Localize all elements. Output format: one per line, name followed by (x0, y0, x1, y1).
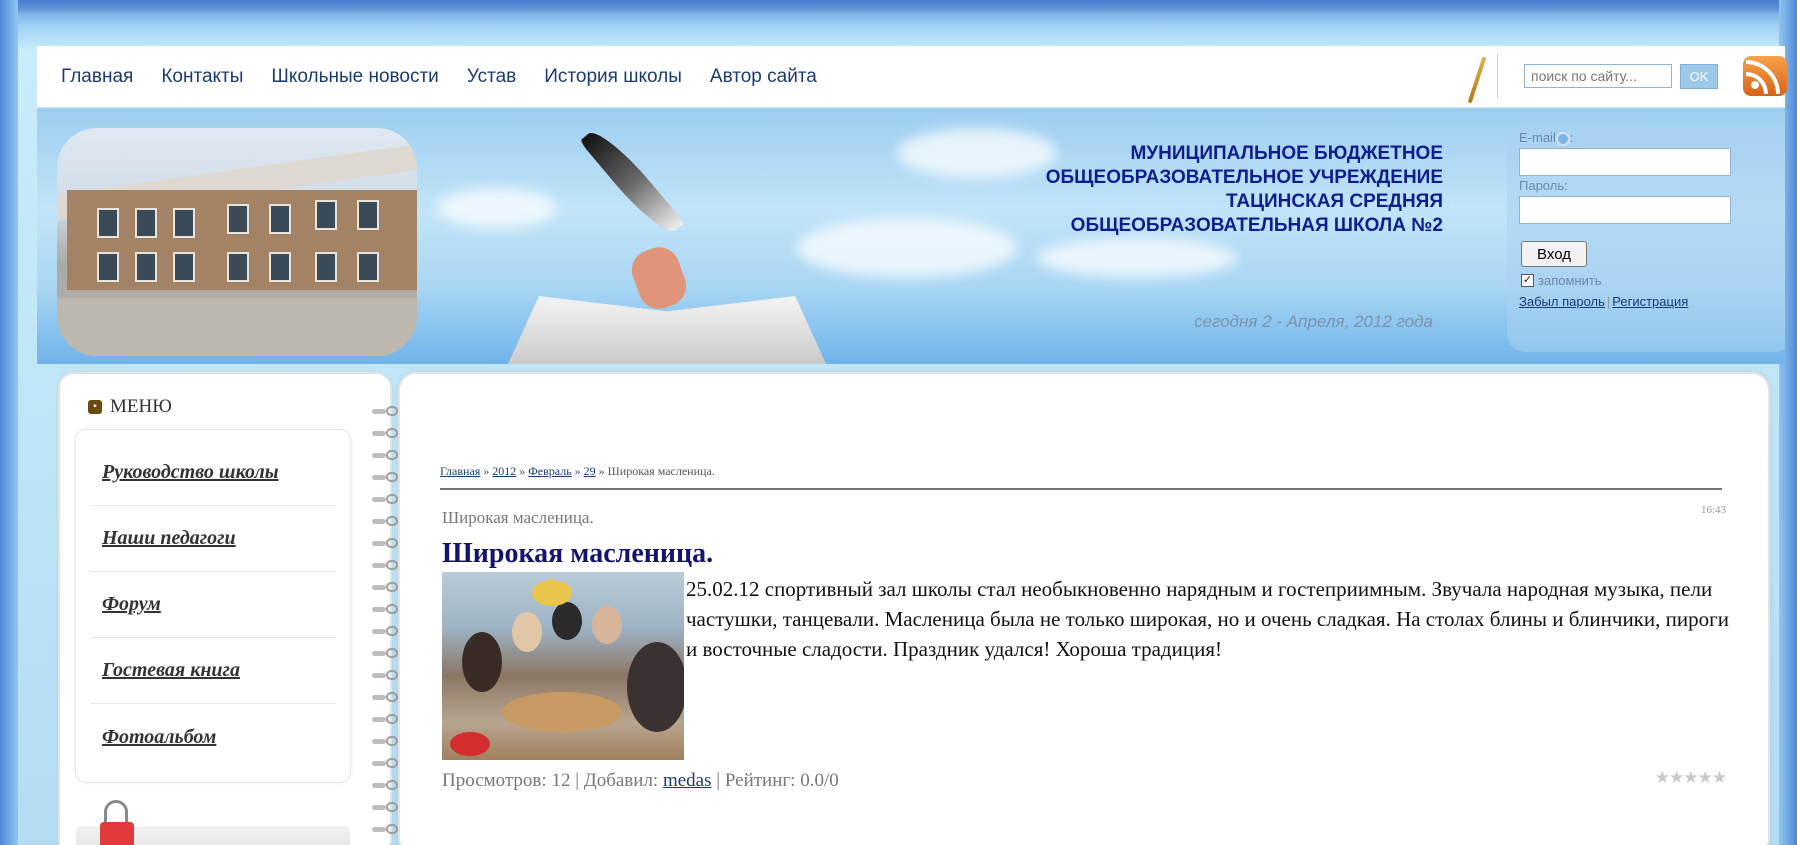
cloud-decoration (1037, 238, 1237, 278)
password-field[interactable] (1519, 196, 1731, 224)
quill-feather-illustration (579, 123, 685, 241)
breadcrumb-divider (440, 488, 1722, 490)
menu-title: МЕНЮ (110, 396, 172, 417)
page-left-edge (0, 0, 18, 845)
breadcrumb-current: Широкая масленица. (607, 464, 715, 478)
search-button[interactable]: OK (1680, 64, 1718, 89)
breadcrumb-year[interactable]: 2012 (492, 464, 516, 478)
menu-link-forum[interactable]: Форум (90, 593, 161, 616)
remember-me[interactable]: ✓ запомнить (1521, 273, 1602, 288)
menu-badge-icon: ▪ (88, 400, 102, 414)
rss-icon[interactable] (1743, 56, 1787, 96)
nav-link-charter[interactable]: Устав (467, 66, 516, 88)
nav-link-home[interactable]: Главная (61, 66, 133, 88)
top-navigation-bar: Главная Контакты Школьные новости Устав … (37, 46, 1787, 108)
post-body: 25.02.12 спортивный зал школы стал необы… (686, 577, 1729, 661)
remember-checkbox[interactable]: ✓ (1521, 274, 1534, 287)
school-title: МУНИЦИПАЛЬНОЕ БЮДЖЕТНОЕ ОБЩЕОБРАЗОВАТЕЛЬ… (1045, 143, 1443, 236)
nav-link-school-history[interactable]: История школы (544, 66, 682, 88)
header-banner: МУНИЦИПАЛЬНОЕ БЮДЖЕТНОЕ ОБЩЕОБРАЗОВАТЕЛЬ… (37, 108, 1785, 364)
nav-divider (1497, 54, 1498, 98)
breadcrumb: Главная » 2012 » Февраль » 29 » Широкая … (440, 464, 715, 478)
menu-link-photo-album[interactable]: Фотоальбом (90, 726, 216, 749)
menu-list: Руководство школы Наши педагоги Форум Го… (76, 430, 350, 782)
nav-link-school-news[interactable]: Школьные новости (271, 66, 438, 88)
main-nav: Главная Контакты Школьные новости Устав … (61, 66, 817, 88)
post-author-link[interactable]: medas (663, 770, 712, 791)
post-views: 12 (551, 770, 571, 791)
post-subtitle: Широкая масленица. (442, 508, 594, 527)
pen-decoration-icon (1467, 56, 1487, 104)
nav-link-contacts[interactable]: Контакты (161, 66, 243, 88)
menu-item-guestbook: Гостевая книга (90, 638, 336, 704)
password-label: Пароль: (1519, 178, 1568, 193)
main-content: Главная » 2012 » Февраль » 29 » Широкая … (400, 374, 1768, 845)
nav-link-site-author[interactable]: Автор сайта (710, 66, 817, 88)
post-meta: Просмотров: 12 | Добавил: medas | Рейтин… (442, 770, 839, 791)
menu-link-guestbook[interactable]: Гостевая книга (90, 659, 240, 682)
menu-header: ▪ МЕНЮ (88, 396, 172, 418)
register-link[interactable]: Регистрация (1612, 294, 1688, 309)
page-top-edge (0, 0, 1797, 14)
forgot-password-link[interactable]: Забыл пароль (1519, 294, 1605, 309)
breadcrumb-day[interactable]: 29 (584, 464, 596, 478)
cloud-decoration (797, 218, 1017, 278)
auth-links: Забыл пароль | Регистрация (1519, 294, 1689, 309)
email-label: E-mail: (1519, 130, 1574, 146)
left-menu-panel: ▪ МЕНЮ Руководство школы Наши педагоги Ф… (60, 374, 390, 845)
post-rating: 0.0/0 (800, 770, 839, 791)
school-building-photo (57, 128, 417, 356)
post-time: 16:43 (1700, 504, 1726, 516)
login-form: E-mail: Пароль: Вход ✓ запомнить Забыл п… (1507, 126, 1785, 352)
login-button[interactable]: Вход (1521, 241, 1587, 267)
cloud-decoration (437, 188, 557, 228)
menu-item-forum: Форум (90, 572, 336, 638)
remember-label: запомнить (1538, 273, 1602, 288)
post-title: Широкая масленица. (442, 538, 714, 569)
cloud-decoration (897, 128, 1057, 178)
current-date: сегодня 2 - Апреля, 2012 года (1194, 312, 1433, 331)
at-icon (1555, 131, 1570, 146)
breadcrumb-month[interactable]: Февраль (528, 464, 571, 478)
email-field[interactable] (1519, 148, 1731, 176)
paperclip-icon (100, 800, 134, 845)
menu-item-teachers: Наши педагоги (90, 506, 336, 572)
menu-link-teachers[interactable]: Наши педагоги (90, 527, 236, 550)
breadcrumb-home[interactable]: Главная (440, 464, 480, 478)
post-photo[interactable] (442, 572, 684, 760)
star-rating-icon[interactable]: ★★★★★ (1655, 768, 1727, 788)
menu-item-school-management: Руководство школы (90, 440, 336, 506)
menu-item-photo-album: Фотоальбом (90, 704, 336, 770)
search-input[interactable] (1524, 64, 1672, 88)
menu-link-school-management[interactable]: Руководство школы (90, 461, 279, 484)
hand-illustration (626, 241, 692, 315)
